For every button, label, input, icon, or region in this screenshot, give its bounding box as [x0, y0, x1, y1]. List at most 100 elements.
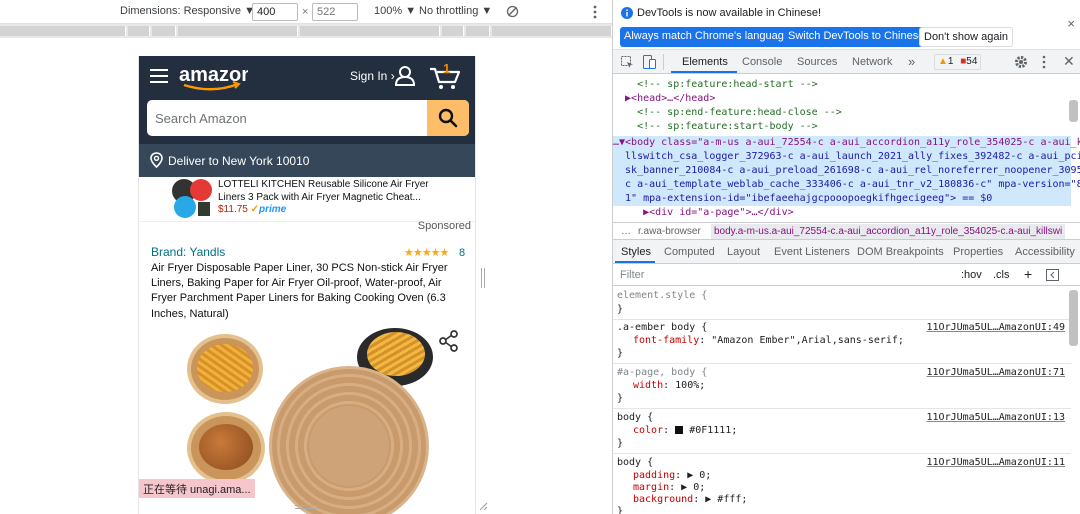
height-resize-handle[interactable] [295, 505, 317, 509]
infobar-close-icon[interactable]: × [1067, 16, 1075, 31]
style-rule[interactable]: body { 11OrJUma5UL…AmazonUI:13 color: #0… [613, 410, 1071, 454]
emulated-page-viewport: amazon Sign In › 1 Search Amazon Deliver… [138, 56, 476, 514]
devtools-menu-icon[interactable] [1041, 55, 1047, 69]
more-options-icon[interactable] [592, 5, 598, 19]
hamburger-menu-icon[interactable] [150, 68, 168, 84]
corner-resize-icon[interactable] [478, 501, 488, 511]
styles-scrollbar[interactable] [1069, 290, 1078, 346]
dont-show-again-button[interactable]: Don't show again [919, 27, 1014, 47]
inspect-element-icon[interactable] [621, 56, 634, 69]
tab-sources[interactable]: Sources [797, 56, 837, 68]
height-input[interactable]: 522 [312, 3, 358, 21]
language-infobar: DevTools is now available in Chinese! × … [613, 0, 1080, 50]
deliver-to-bar[interactable]: Deliver to New York 10010 [139, 144, 475, 177]
rule-source-link[interactable]: 11OrJUma5UL…AmazonUI:71 [927, 367, 1065, 380]
dropdown-caret-icon: ▼ [481, 5, 493, 17]
dom-line-comment[interactable]: <!-- sp:end-feature:head-close --> [613, 106, 842, 120]
share-icon[interactable] [439, 330, 459, 352]
sponsored-label[interactable]: Sponsored [418, 220, 471, 232]
brand-link[interactable]: Brand: Yandls [151, 245, 225, 259]
style-rule[interactable]: body { 11OrJUma5UL…AmazonUI:11 padding: … [613, 455, 1071, 514]
sponsored-ad-row[interactable]: LOTTELI KITCHEN Reusable Silicone Air Fr… [139, 177, 475, 222]
dom-tree-scrollbar[interactable] [1069, 100, 1078, 122]
cart-button[interactable]: 1 [429, 61, 461, 90]
dom-line-head[interactable]: ▶<head>…</head> [613, 92, 715, 106]
color-swatch[interactable] [675, 426, 684, 434]
amazon-header: amazon Sign In › 1 Search Amazon [139, 56, 475, 144]
account-icon[interactable] [395, 65, 415, 86]
rule-declaration[interactable]: font-family: "Amazon Ember",Arial,sans-s… [633, 335, 904, 348]
media-query-ruler[interactable] [0, 24, 612, 38]
product-title[interactable]: Air Fryer Disposable Paper Liner, 30 PCS… [151, 261, 459, 322]
tab-properties[interactable]: Properties [953, 246, 1003, 258]
tab-console[interactable]: Console [742, 56, 782, 68]
more-tabs-icon[interactable]: » [908, 54, 915, 69]
rule-declaration[interactable]: background: ▶ #fff; [633, 494, 747, 507]
rule-selector: #a-page, body { [617, 367, 708, 378]
breadcrumb: … r.awa-browser body.a-m-us.a-aui_72554-… [613, 222, 1080, 240]
dom-line-comment[interactable]: <!-- sp:feature:start-body --> [613, 120, 818, 134]
tab-elements[interactable]: Elements [682, 56, 728, 68]
styles-filter-bar: Filter :hov .cls + [613, 264, 1080, 286]
rule-declaration[interactable]: color: #0F1111; [633, 425, 737, 438]
ad-product-image-red [190, 179, 212, 201]
tab-layout[interactable]: Layout [727, 246, 760, 258]
zoom-dropdown[interactable]: 100% ▼ [374, 5, 416, 17]
dom-line-comment[interactable]: <!-- sp:feature:head-start --> [613, 78, 818, 92]
tab-event-listeners[interactable]: Event Listeners [774, 246, 850, 258]
dom-line-body[interactable]: …▼<body class="a-m-us a-aui_72554-c a-au… [613, 136, 1080, 150]
search-button[interactable] [427, 100, 469, 136]
class-toggle[interactable]: .cls [993, 269, 1010, 281]
rule-declaration[interactable]: width: 100%; [633, 380, 705, 393]
new-rule-button[interactable]: + [1024, 266, 1032, 282]
breadcrumb-item-body[interactable]: body.a-m-us.a-aui_72554-c.a-aui_accordio… [711, 224, 1066, 239]
devtools-close-icon[interactable]: ✕ [1063, 53, 1075, 70]
rule-source-link[interactable]: 11OrJUma5UL…AmazonUI:49 [927, 322, 1065, 335]
styles-filter-input[interactable]: Filter [620, 269, 644, 281]
rule-close: } [617, 304, 624, 315]
tab-accessibility[interactable]: Accessibility [1015, 246, 1075, 258]
tab-network[interactable]: Network [852, 56, 892, 68]
tab-styles[interactable]: Styles [621, 246, 651, 258]
sign-in-link[interactable]: Sign In › [350, 69, 395, 83]
dimensions-dropdown[interactable]: Dimensions: Responsive ▼ [120, 5, 255, 17]
search-input[interactable]: Search Amazon [155, 111, 247, 126]
location-pin-icon [150, 152, 163, 168]
settings-gear-icon[interactable] [1014, 55, 1028, 69]
rating-stars[interactable]: ★★★★★ [404, 246, 449, 259]
match-language-button[interactable]: Always match Chrome's language [620, 27, 794, 47]
elements-dom-tree[interactable]: <!-- sp:feature:head-start --> ▶<head>…<… [613, 74, 1080, 222]
throttle-dropdown[interactable]: No throttling ▼ [419, 5, 492, 17]
style-rule[interactable]: element.style { } [613, 288, 1071, 320]
breadcrumb-more[interactable]: … [621, 226, 631, 237]
amazon-logo[interactable]: amazon [178, 64, 248, 92]
device-toolbar-icon[interactable] [643, 55, 656, 69]
ad-product-image-box [198, 202, 210, 216]
ad-title[interactable]: LOTTELI KITCHEN Reusable Silicone Air Fr… [218, 178, 433, 204]
tab-computed[interactable]: Computed [664, 246, 715, 258]
dom-line-body-cont: 1" mpa-extension-id="ibefaeehajgcpooopoe… [613, 193, 993, 204]
rule-source-link[interactable]: 11OrJUma5UL…AmazonUI:13 [927, 412, 1065, 425]
style-rule[interactable]: #a-page, body { 11OrJUma5UL…AmazonUI:71 … [613, 365, 1071, 409]
issues-counter[interactable]: ▲1 ■54 [934, 54, 982, 70]
device-emulator-pane: Dimensions: Responsive ▼ 400 × 522 100% … [0, 0, 612, 514]
rating-count[interactable]: 8 [459, 247, 465, 259]
hover-state-toggle[interactable]: :hov [961, 269, 982, 281]
breadcrumb-item-html[interactable]: r.awa-browser [638, 226, 701, 237]
rule-declaration[interactable]: margin: ▶ 0; [633, 482, 705, 495]
search-bar[interactable]: Search Amazon [147, 100, 469, 136]
switch-to-chinese-button[interactable]: Switch DevTools to Chinese [784, 27, 929, 47]
rule-source-link[interactable]: 11OrJUma5UL…AmazonUI:11 [927, 457, 1065, 470]
rotate-icon[interactable] [506, 5, 519, 18]
dom-line-body-cont: llswitch_csa_logger_372963-c a-aui_launc… [613, 151, 1080, 162]
styles-rules-list: element.style { } .a-ember body { 11OrJU… [613, 286, 1080, 514]
width-resize-handle[interactable] [481, 268, 485, 288]
dom-line-div[interactable]: ▶<div id="a-page">…</div> [613, 206, 794, 220]
width-input[interactable]: 400 [252, 3, 298, 21]
style-rule[interactable]: .a-ember body { 11OrJUma5UL…AmazonUI:49 … [613, 320, 1071, 364]
sidebar-toggle-icon[interactable] [1046, 269, 1059, 281]
styles-pane-tabs: Styles Computed Layout Event Listeners D… [613, 240, 1080, 264]
rule-declaration[interactable]: padding: ▶ 0; [633, 470, 711, 483]
status-waiting-bubble: 正在等待 unagi.ama... [139, 479, 255, 498]
tab-dom-breakpoints[interactable]: DOM Breakpoints [857, 246, 944, 258]
